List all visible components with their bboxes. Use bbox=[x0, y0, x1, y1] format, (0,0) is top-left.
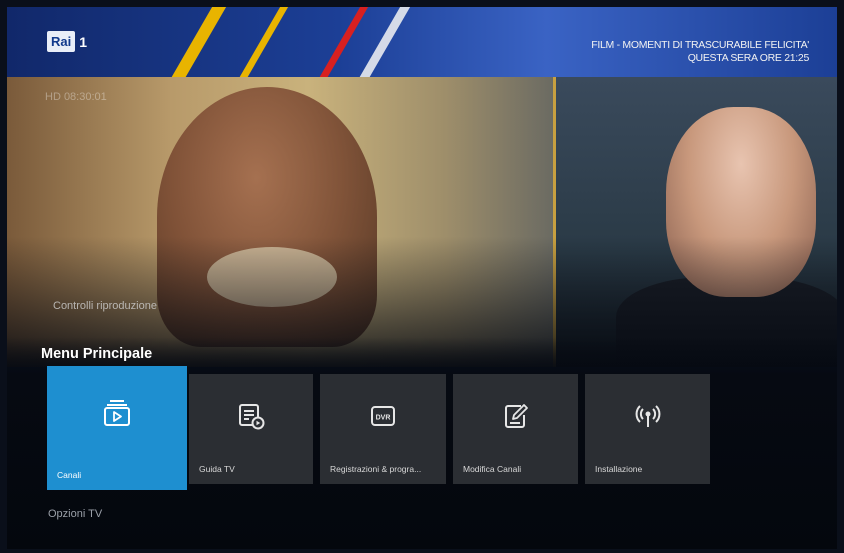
promo-line-1: FILM - MOMENTI DI TRASCURABILE FELICITA' bbox=[591, 39, 809, 51]
opzioni-tv-item[interactable]: Opzioni TV bbox=[48, 508, 102, 520]
channels-play-icon bbox=[102, 398, 132, 428]
menu-tile-label: Installazione bbox=[595, 464, 643, 474]
promo-text: FILM - MOMENTI DI TRASCURABILE FELICITA'… bbox=[591, 39, 809, 65]
menu-tile-guida-tv[interactable]: Guida TV bbox=[189, 374, 313, 484]
channel-banner: Rai 1 FILM - MOMENTI DI TRASCURABILE FEL… bbox=[7, 7, 837, 97]
promo-line-2: QUESTA SERA ORE 21:25 bbox=[687, 52, 810, 64]
menu-tile-label: Guida TV bbox=[199, 464, 235, 474]
tv-guide-icon bbox=[236, 401, 266, 431]
channel-logo-text: Rai bbox=[47, 31, 76, 52]
menu-tile-label: Modifica Canali bbox=[463, 464, 522, 474]
edit-channels-icon bbox=[501, 401, 531, 431]
channel-number: 1 bbox=[79, 33, 88, 50]
video-shade bbox=[7, 77, 837, 367]
menu-tile-label: Canali bbox=[57, 470, 82, 480]
channel-logo: Rai 1 bbox=[47, 31, 87, 52]
playback-controls-link[interactable]: Controlli riproduzione bbox=[53, 300, 157, 312]
menu-tile-canali[interactable]: Canali bbox=[47, 366, 187, 490]
menu-tile-label: Registrazioni & progra... bbox=[330, 464, 422, 474]
video-overlay-text: HD 08:30:01 bbox=[45, 91, 107, 103]
menu-tile-modifica-canali[interactable]: Modifica Canali bbox=[453, 374, 578, 484]
dvr-icon: DVR bbox=[368, 401, 398, 431]
menu-tile-installazione[interactable]: Installazione bbox=[585, 374, 710, 484]
svg-text:DVR: DVR bbox=[376, 414, 391, 421]
live-video: HD 08:30:01 Controlli riproduzione bbox=[7, 77, 837, 367]
menu-tile-registrazioni[interactable]: DVR Registrazioni & progra... bbox=[320, 374, 446, 484]
main-menu-title: Menu Principale bbox=[41, 346, 153, 362]
installation-antenna-icon bbox=[633, 401, 663, 431]
